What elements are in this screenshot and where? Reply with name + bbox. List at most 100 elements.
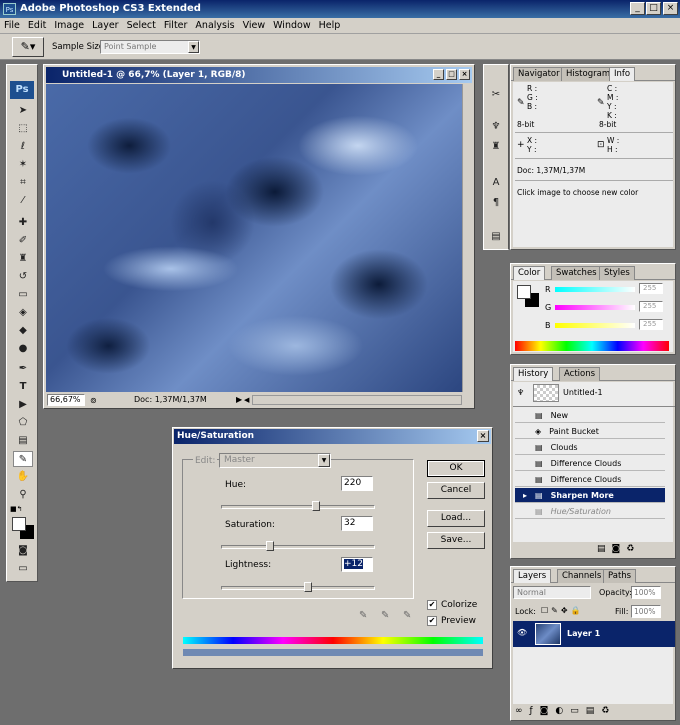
blend-mode-select[interactable]: Normal [513, 586, 591, 599]
maximize-icon[interactable]: □ [646, 2, 661, 15]
healing-brush-icon[interactable]: ✚ [13, 215, 33, 231]
hue-field[interactable]: 220 [341, 476, 373, 491]
saturation-slider[interactable] [221, 541, 375, 551]
scroll-left-icon[interactable]: ◀ [244, 393, 249, 407]
tab-channels[interactable]: Channels [557, 569, 607, 583]
history-item-selected[interactable]: ▸ ▤ Sharpen More [515, 488, 665, 503]
tab-info[interactable]: Info [609, 67, 636, 81]
vertical-scrollbar[interactable] [462, 84, 472, 392]
load-button[interactable]: Load... [427, 510, 485, 527]
eye-visibility-icon[interactable]: 👁 [517, 628, 527, 637]
color-r-value[interactable]: 255 [639, 283, 663, 294]
crop-tool-icon[interactable]: ⌗ [13, 175, 33, 191]
screen-mode-icon[interactable]: ▭ [13, 561, 33, 577]
doc-minimize-icon[interactable]: _ [433, 69, 444, 80]
character-icon[interactable]: A [486, 175, 506, 191]
menu-file[interactable]: File [0, 18, 24, 34]
snapshot-brush-icon[interactable]: ♆ [517, 388, 524, 397]
tab-paths[interactable]: Paths [603, 569, 637, 583]
lasso-tool-icon[interactable]: ℓ [13, 139, 33, 155]
tab-actions[interactable]: Actions [559, 367, 601, 381]
layers-footer-icons[interactable]: ∞ƒ◙◐▭▤♻ [515, 706, 616, 716]
history-item[interactable]: ▤ New [515, 408, 665, 423]
brushes-icon[interactable]: ♆ [486, 119, 506, 135]
layer-comps-icon[interactable]: ▤ [486, 229, 506, 245]
foreground-color-swatch[interactable] [12, 517, 26, 531]
tab-layers[interactable]: Layers [513, 569, 552, 583]
preview-checkbox[interactable]: ✔ [427, 616, 437, 626]
close-icon[interactable]: × [663, 2, 678, 15]
menu-analysis[interactable]: Analysis [191, 18, 238, 34]
history-item[interactable]: ◈ Paint Bucket [515, 424, 665, 439]
tool-presets-icon[interactable]: ✂ [486, 87, 506, 103]
magic-wand-icon[interactable]: ✶ [13, 157, 33, 173]
paragraph-icon[interactable]: ¶ [486, 195, 506, 211]
tab-swatches[interactable]: Swatches [551, 266, 602, 280]
color-fg-swatch[interactable] [517, 285, 531, 299]
saturation-field[interactable]: 32 [341, 516, 373, 531]
sample-size-select[interactable]: Point Sample ▼ [100, 40, 200, 54]
history-brush-icon[interactable]: ↺ [13, 269, 33, 285]
menu-view[interactable]: View [239, 18, 270, 34]
horizontal-scrollbar[interactable] [252, 395, 462, 405]
zoom-field[interactable]: 66,67% [47, 394, 85, 406]
marquee-tool-icon[interactable]: ⬚ [13, 121, 33, 137]
hand-tool-icon[interactable]: ✋ [13, 469, 33, 485]
dodge-tool-icon[interactable]: ● [13, 341, 33, 357]
minimize-icon[interactable]: _ [630, 2, 645, 15]
lightness-slider-thumb[interactable] [304, 582, 312, 592]
save-button[interactable]: Save... [427, 532, 485, 549]
pen-tool-icon[interactable]: ✒ [13, 361, 33, 377]
shape-tool-icon[interactable]: ⬠ [13, 415, 33, 431]
type-tool-icon[interactable]: T [13, 379, 33, 395]
document-titlebar[interactable]: Untitled-1 @ 66,7% (Layer 1, RGB/8) _ □ … [46, 67, 472, 83]
lock-icons[interactable]: ☐✎✥🔒 [541, 606, 584, 615]
clone-source-icon[interactable]: ♜ [486, 139, 506, 155]
color-g-slider[interactable] [555, 305, 635, 310]
fill-field[interactable]: 100% [631, 605, 661, 618]
paint-bucket-icon[interactable]: ◈ [13, 305, 33, 321]
opacity-field[interactable]: 100% [631, 586, 661, 599]
cancel-button[interactable]: Cancel [427, 482, 485, 499]
notes-tool-icon[interactable]: ▤ [13, 433, 33, 449]
edit-select[interactable]: Master ▼ [219, 453, 331, 468]
dialog-close-icon[interactable]: × [477, 430, 489, 442]
hue-slider-thumb[interactable] [312, 501, 320, 511]
status-menu-arrow-icon[interactable]: ▶ [236, 393, 242, 407]
image-canvas[interactable] [46, 84, 462, 392]
eyedropper-preset-icon[interactable]: ✎▾ [12, 37, 44, 57]
lightness-field[interactable]: +12 [341, 557, 373, 572]
menu-select[interactable]: Select [123, 18, 160, 34]
lightness-slider[interactable] [221, 582, 375, 592]
doc-close-icon[interactable]: × [459, 69, 470, 80]
tab-styles[interactable]: Styles [599, 266, 635, 280]
ok-button[interactable]: OK [427, 460, 485, 477]
move-tool-icon[interactable]: ➤ [13, 103, 33, 119]
history-footer-icons[interactable]: ▤◙♻ [597, 544, 640, 554]
zoom-preview-icon[interactable]: ⊚ [90, 394, 97, 408]
saturation-slider-thumb[interactable] [266, 541, 274, 551]
clone-stamp-icon[interactable]: ♜ [13, 251, 33, 267]
doc-maximize-icon[interactable]: □ [446, 69, 457, 80]
default-colors-icon[interactable]: ■↰ [10, 505, 22, 513]
tab-history[interactable]: History [513, 367, 554, 381]
zoom-tool-icon[interactable]: ⚲ [13, 487, 33, 503]
menu-layer[interactable]: Layer [88, 18, 123, 34]
snapshot-name[interactable]: Untitled-1 [563, 388, 603, 397]
slice-tool-icon[interactable]: ⁄ [13, 193, 33, 209]
history-item[interactable]: ▤ Difference Clouds [515, 456, 665, 471]
eyedropper-icon[interactable]: ✎ [359, 610, 367, 621]
menu-help[interactable]: Help [315, 18, 345, 34]
tab-histogram[interactable]: Histogram [561, 67, 616, 81]
color-ramp[interactable] [515, 341, 669, 351]
tab-color[interactable]: Color [513, 266, 546, 280]
color-r-slider[interactable] [555, 287, 635, 292]
menu-filter[interactable]: Filter [160, 18, 192, 34]
blur-tool-icon[interactable]: ◆ [13, 323, 33, 339]
dialog-titlebar[interactable]: Hue/Saturation × [174, 429, 491, 444]
menu-edit[interactable]: Edit [24, 18, 50, 34]
history-item[interactable]: ▤ Hue/Saturation [515, 504, 665, 519]
eraser-tool-icon[interactable]: ▭ [13, 287, 33, 303]
color-b-slider[interactable] [555, 323, 635, 328]
quick-mask-icon[interactable]: ◙ [13, 543, 33, 559]
